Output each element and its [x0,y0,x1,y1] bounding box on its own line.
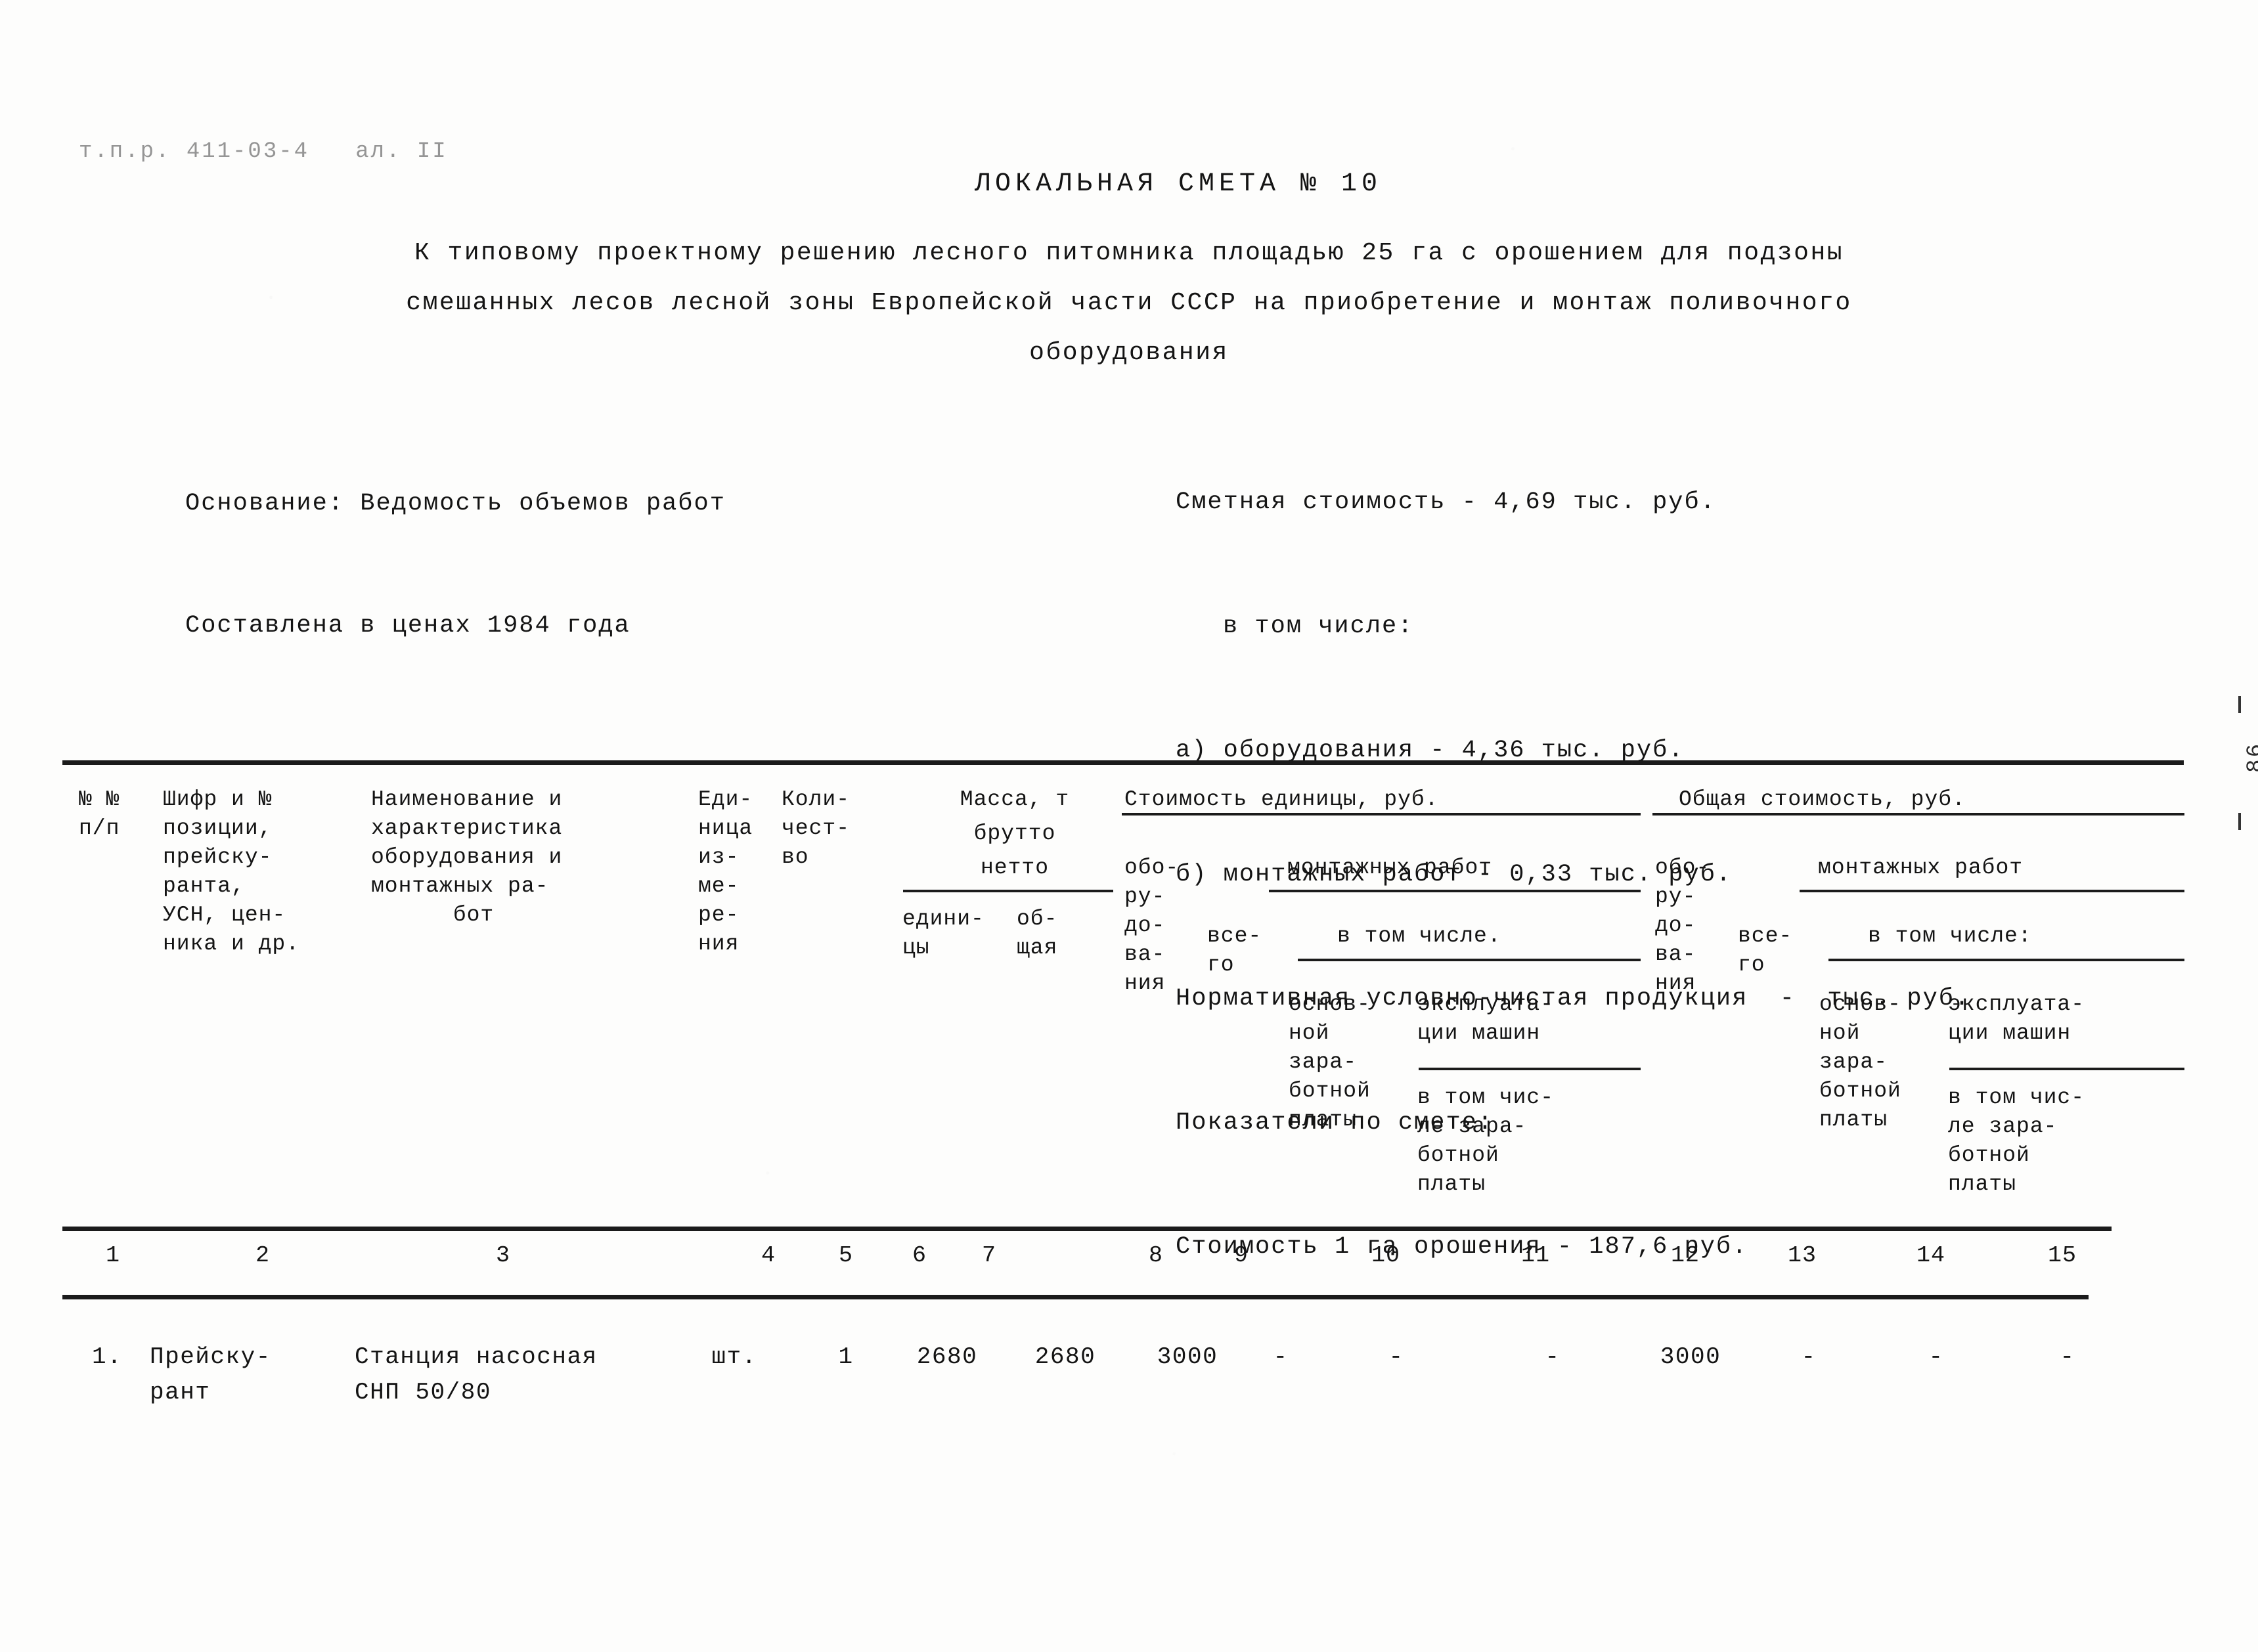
header-total-install-wages: основ- ной зара- ботной платы [1819,992,1901,1132]
cell-mass-total: 2680 [1034,1343,1096,1370]
cell-name: Станция насосная СНП 50/80 [355,1343,598,1406]
cell-unit-install-machines: - [1545,1343,1561,1370]
document-page: т.п.р. 411-03-4 ал. II ЛОКАЛЬНАЯ СМЕТА №… [0,0,2258,1652]
header-unit-equip: обо- ру- до- ва- ния [1124,856,1180,995]
cell-unit: шт. [711,1343,757,1370]
header-qty: Коли- чест- во [782,787,851,869]
cell-unit-install-wages: - [1388,1343,1404,1370]
edge-tick-bottom [2238,813,2241,830]
header-mass-net: нетто [980,856,1050,880]
header-total-install-incl: в том числе: [1868,924,2032,948]
colnum-1: 1 [105,1242,121,1269]
cell-total-install-total: - [1801,1343,1817,1370]
cell-unit-install-total: - [1273,1343,1289,1370]
colnum-bottom-rule [62,1295,2089,1299]
colnum-2: 2 [255,1242,271,1269]
cell-num: 1. [92,1343,123,1370]
cell-total-install-machines: - [2060,1343,2075,1370]
colnum-4: 4 [761,1242,776,1269]
edge-tick-top [2238,696,2241,713]
header-code: Шифр и № позиции, прейску- ранта, УСН, ц… [163,787,300,956]
header-unit-install-incl: в том числе. [1337,924,1501,948]
colnum-3: 3 [495,1242,511,1269]
total-machines-rule [1949,1068,2184,1070]
subtitle-line-3: оборудования [1029,339,1229,367]
subtitle-line-2: смешанных лесов лесной зоны Европейской … [406,289,1852,317]
cell-total-equip: 3000 [1660,1343,1721,1370]
header-unit-install-group: монтажных работ [1287,856,1493,880]
unit-install-rule [1269,890,1641,892]
colnum-12: 12 [1670,1242,1700,1269]
header-mass-group: Масса, т [960,787,1070,812]
header-num: № № п/п [79,787,120,840]
colnum-15: 15 [2047,1242,2077,1269]
header-total-cost-group: Общая стоимость, руб. [1679,787,1966,812]
colnum-13: 13 [1787,1242,1817,1269]
page-title: ЛОКАЛЬНАЯ СМЕТА № 10 [974,169,1383,199]
header-total-install-total: все- го [1738,924,1793,977]
header-unit: Еди- ница из- ме- ре- ния [698,787,753,956]
cost-item-a: а) оборудования - 4,36 тыс. руб. [1176,737,1685,764]
header-bottom-rule [62,1227,2112,1231]
header-unit-install-wages: основ- ной зара- ботной платы [1289,992,1371,1132]
cell-mass-unit: 2680 [916,1343,978,1370]
document-stamp: т.п.р. 411-03-4 ал. II [79,139,448,164]
colnum-10: 10 [1371,1242,1401,1269]
colnum-11: 11 [1520,1242,1551,1269]
header-total-install-machines: эксплуата- ции машин [1948,992,2085,1045]
cell-unit-equip: 3000 [1157,1343,1218,1370]
prices-line: Составлена в ценах 1984 года [185,612,631,640]
header-mass-total: об- щая [1017,907,1058,960]
table-top-rule [62,760,2184,765]
header-mass-unit: едини- цы [902,907,985,960]
mass-group-rule [903,890,1113,892]
per-hectare-line: Стоимость 1 га орошения - 187,6 руб. [1176,1233,1748,1261]
header-unit-install-machines: эксплуата- ции машин [1417,992,1555,1045]
cell-qty: 1 [838,1343,854,1370]
colnum-5: 5 [838,1242,854,1269]
colnum-9: 9 [1233,1242,1249,1269]
unit-incl-rule [1298,959,1641,961]
total-install-rule [1800,890,2184,892]
colnum-8: 8 [1148,1242,1164,1269]
basis-line: Основание: Ведомость объемов работ [185,490,726,517]
header-unit-cost-group: Стоимость единицы, руб. [1124,787,1439,812]
including-line: в том числе: [1223,613,1414,640]
header-mass-gross: брутто [973,821,1056,846]
basis-block: Основание: Ведомость объемов работ Соста… [185,402,726,728]
cell-code: Прейску- рант [150,1343,271,1406]
header-unit-install-total: все- го [1207,924,1262,977]
cell-total-install-wages: - [1928,1343,1944,1370]
unit-machines-rule [1419,1068,1641,1070]
subtitle-line-1: К типовому проектному решению лесного пи… [414,239,1844,267]
header-name: Наименование и характеристика оборудован… [371,787,563,927]
colnum-7: 7 [981,1242,997,1269]
header-total-equip: обо- ру- до- ва- ния [1655,856,1710,995]
total-cost-line: Сметная стоимость - 4,69 тыс. руб. [1176,489,1716,516]
colnum-6: 6 [912,1242,927,1269]
total-incl-rule [1828,959,2184,961]
header-total-install-machine-wages: в том чис- ле зара- ботной платы [1948,1085,2085,1196]
colnum-14: 14 [1916,1242,1946,1269]
header-unit-install-machine-wages: в том чис- ле зара- ботной платы [1417,1085,1555,1196]
header-total-install-group: монтажных работ [1818,856,2024,880]
page-number: 86 [2244,742,2258,773]
